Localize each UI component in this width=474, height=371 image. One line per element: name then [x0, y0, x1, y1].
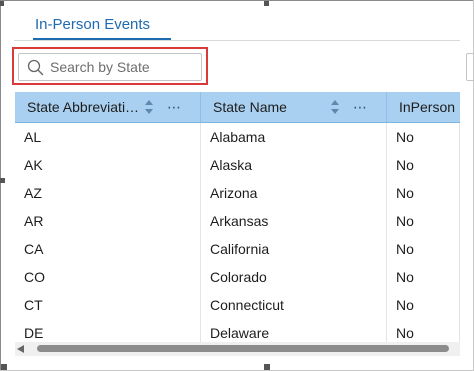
resize-handle-top-left[interactable]	[0, 1, 4, 6]
cell-state-abbreviation: AZ	[15, 179, 201, 207]
search-icon	[27, 59, 44, 76]
table-row[interactable]: AK Alaska No	[15, 151, 460, 180]
cell-state-name: Arizona	[201, 179, 387, 207]
cell-inperson: No	[387, 263, 460, 291]
column-header-state-name[interactable]: State Name ⋯	[201, 92, 387, 122]
cell-state-name: Alabama	[201, 123, 387, 151]
horizontal-scrollbar[interactable]	[15, 342, 460, 356]
cell-inperson: No	[387, 235, 460, 263]
cell-state-abbreviation: CO	[15, 263, 201, 291]
table-row[interactable]: AZ Arizona No	[15, 179, 460, 208]
active-tab-indicator	[33, 38, 171, 40]
search-input[interactable]	[50, 57, 195, 77]
cell-state-name: Connecticut	[201, 291, 387, 319]
column-header-state-abbreviation[interactable]: State Abbreviati… ⋯	[15, 92, 201, 122]
frame-border-left	[0, 0, 1, 371]
search-box[interactable]	[18, 53, 202, 81]
column-header-label: State Abbreviati…	[27, 99, 140, 115]
cell-inperson: No	[387, 123, 460, 151]
cell-inperson: No	[387, 151, 460, 179]
table-row[interactable]: CO Colorado No	[15, 263, 460, 292]
table-row[interactable]: CA California No	[15, 235, 460, 264]
cell-state-name: Alaska	[201, 151, 387, 179]
column-header-label: State Name	[213, 99, 287, 115]
more-icon[interactable]: ⋯	[353, 92, 368, 122]
cell-inperson: No	[387, 291, 460, 319]
cell-state-name: Colorado	[201, 263, 387, 291]
sort-icon[interactable]	[331, 100, 339, 114]
sort-icon[interactable]	[145, 100, 153, 114]
data-table: State Abbreviati… ⋯ State Name ⋯ InPerso…	[15, 92, 460, 360]
resize-handle-bottom-left[interactable]	[1, 364, 7, 370]
resize-handle-left[interactable]	[0, 178, 5, 183]
cell-state-name: Arkansas	[201, 207, 387, 235]
cell-state-abbreviation: AR	[15, 207, 201, 235]
tab-in-person-events[interactable]: In-Person Events	[33, 16, 152, 33]
toolbar-control-edge[interactable]	[466, 53, 474, 81]
cell-state-abbreviation: AL	[15, 123, 201, 151]
cell-state-name: California	[201, 235, 387, 263]
scroll-left-icon[interactable]	[17, 345, 25, 353]
tab-bar: In-Person Events	[14, 0, 460, 41]
table-row[interactable]: AL Alabama No	[15, 123, 460, 152]
cell-state-abbreviation: CT	[15, 291, 201, 319]
column-header-inperson[interactable]: InPerson	[387, 92, 460, 122]
column-header-label: InPerson	[399, 99, 456, 115]
table-row[interactable]: CT Connecticut No	[15, 291, 460, 320]
cell-state-abbreviation: CA	[15, 235, 201, 263]
more-icon[interactable]: ⋯	[167, 92, 182, 122]
cell-state-abbreviation: AK	[15, 151, 201, 179]
resize-handle-bottom[interactable]	[264, 364, 270, 370]
table-row[interactable]: AR Arkansas No	[15, 207, 460, 236]
cell-inperson: No	[387, 207, 460, 235]
cell-inperson: No	[387, 179, 460, 207]
scrollbar-thumb[interactable]	[37, 345, 449, 352]
table-header-row: State Abbreviati… ⋯ State Name ⋯ InPerso…	[15, 92, 460, 123]
